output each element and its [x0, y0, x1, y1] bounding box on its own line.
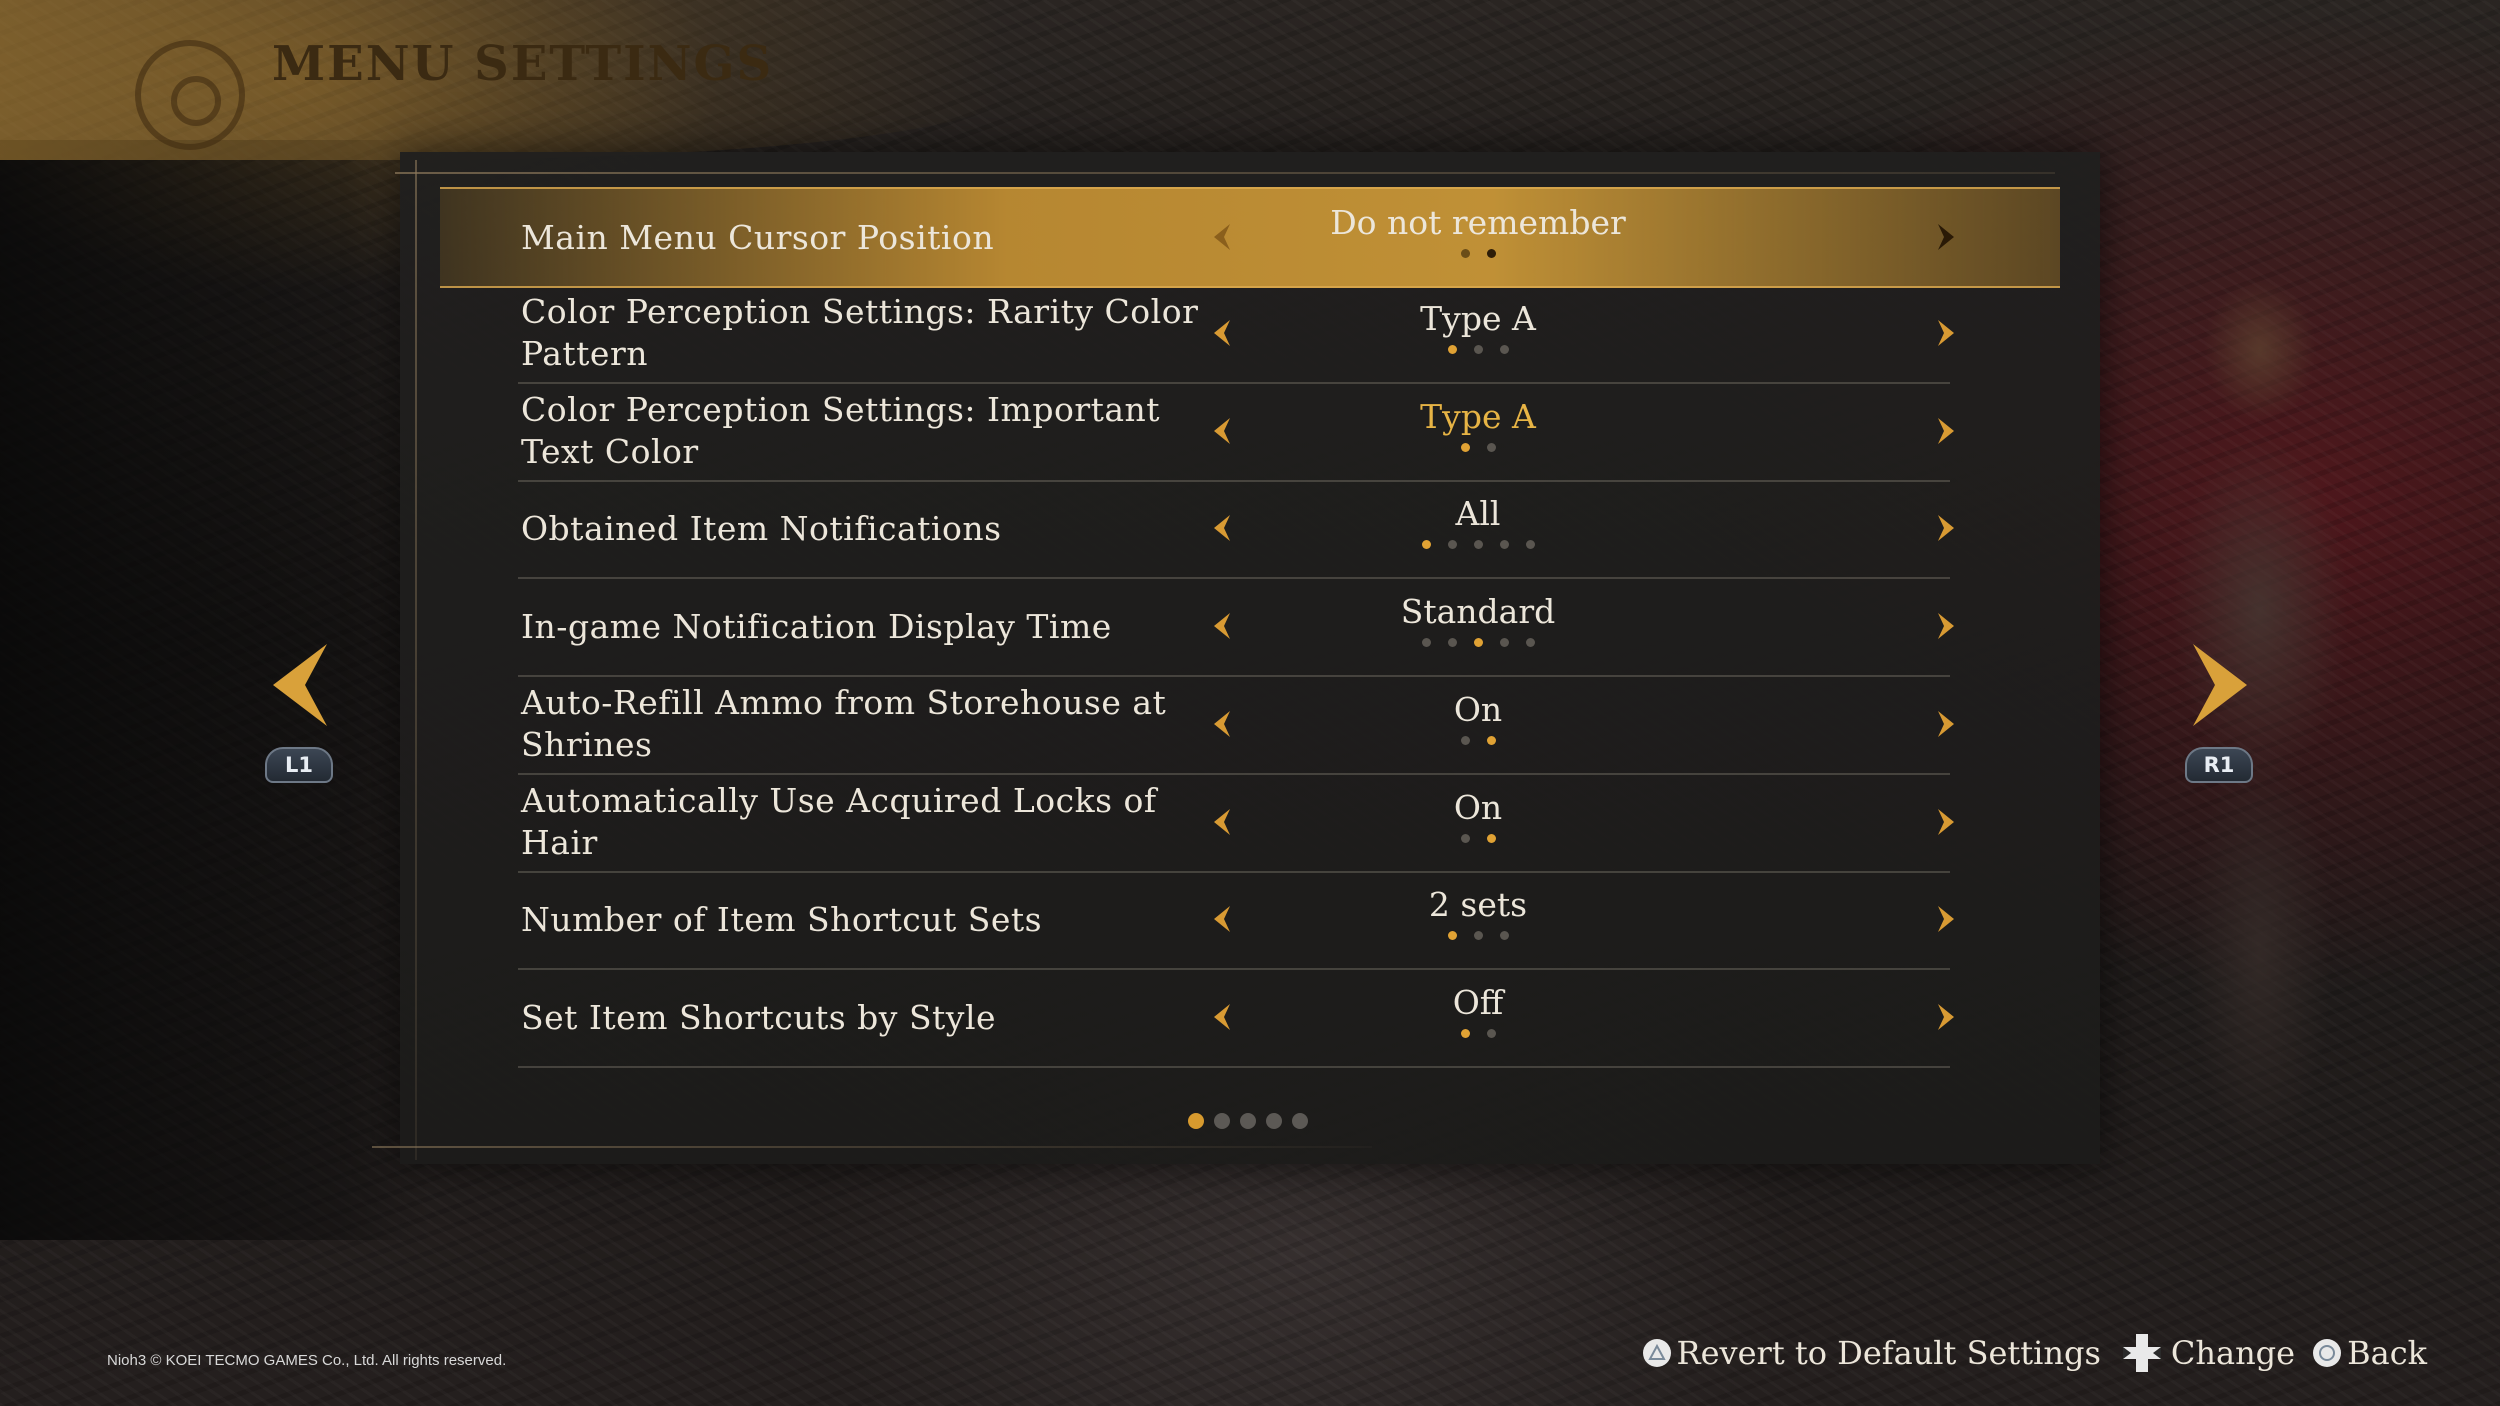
- option-indicator: [1328, 931, 1628, 941]
- setting-row[interactable]: Obtained Item Notifications All: [518, 480, 1954, 580]
- option-indicator: [1328, 344, 1628, 354]
- setting-value-text: Do not remember: [1330, 203, 1626, 242]
- chevron-right-icon[interactable]: [1930, 611, 1960, 641]
- r1-button[interactable]: R1: [2185, 747, 2253, 783]
- option-dot: [1525, 638, 1535, 647]
- next-page-arrow-icon[interactable]: [2185, 640, 2255, 730]
- setting-value-text: 2 sets: [1428, 885, 1528, 925]
- change-label: Change: [2170, 1334, 2296, 1372]
- option-dot: [1460, 249, 1470, 258]
- panel-border-top: [395, 172, 2055, 174]
- setting-label: In-game Notification Display Time: [521, 606, 1112, 646]
- page-dot: [1266, 1113, 1282, 1129]
- chevron-right-icon[interactable]: [1930, 513, 1960, 543]
- option-dot: [1486, 1029, 1496, 1038]
- option-dot: [1421, 540, 1431, 550]
- setting-row[interactable]: Color Perception Settings: Important Tex…: [518, 383, 1954, 482]
- option-dot: [1473, 931, 1483, 941]
- setting-label: Set Item Shortcuts by Style: [521, 997, 997, 1037]
- option-indicator: [1328, 735, 1628, 745]
- chevron-right-icon[interactable]: [1930, 904, 1960, 934]
- setting-row[interactable]: Number of Item Shortcut Sets 2 sets: [518, 871, 1954, 971]
- previous-page-arrow-icon[interactable]: [265, 640, 335, 730]
- option-indicator: [1328, 1029, 1628, 1038]
- option-dot: [1499, 931, 1509, 941]
- page-dot: [1214, 1113, 1230, 1129]
- chevron-right-icon[interactable]: [1930, 318, 1960, 348]
- l1-button[interactable]: L1: [265, 747, 333, 783]
- setting-label: Obtained Item Notifications: [521, 508, 1002, 548]
- option-dot: [1499, 344, 1509, 354]
- option-dot: [1447, 638, 1457, 647]
- chevron-right-icon[interactable]: [1930, 807, 1960, 837]
- chevron-right-icon[interactable]: [1930, 1002, 1960, 1032]
- setting-label: Main Menu Cursor Position: [521, 217, 995, 257]
- page-title: MENU SETTINGS: [272, 36, 774, 92]
- panel-border-left: [415, 160, 417, 1160]
- option-dot: [1447, 344, 1457, 354]
- chevron-right-icon[interactable]: [1930, 416, 1960, 446]
- option-dot: [1525, 540, 1535, 550]
- option-indicator: [1328, 833, 1628, 843]
- option-indicator: [1328, 638, 1628, 647]
- setting-value-text: Off: [1452, 983, 1504, 1022]
- setting-label: Automatically Use Acquired Locks of Hair: [521, 781, 1157, 862]
- option-dot: [1460, 442, 1470, 452]
- chevron-right-icon[interactable]: [1930, 222, 1960, 252]
- option-dot: [1460, 1029, 1470, 1038]
- revert-defaults-label: Revert to Default Settings: [1676, 1334, 2101, 1372]
- setting-row[interactable]: Automatically Use Acquired Locks of Hair…: [518, 774, 1954, 873]
- option-dot: [1486, 833, 1496, 843]
- setting-value-text: Type A: [1420, 396, 1536, 436]
- circle-button-icon: [2313, 1339, 2342, 1367]
- setting-label: Color Perception Settings: Important Tex…: [521, 390, 1161, 471]
- setting-row[interactable]: Set Item Shortcuts by Style Off: [518, 969, 1954, 1068]
- setting-label: Number of Item Shortcut Sets: [521, 899, 1043, 939]
- option-dot: [1499, 540, 1509, 550]
- option-dot: [1421, 638, 1431, 647]
- change-prompt[interactable]: Change: [2119, 1330, 2295, 1376]
- option-dot: [1486, 735, 1496, 745]
- page-dot: [1292, 1113, 1308, 1129]
- setting-row[interactable]: Auto-Refill Ammo from Storehouse at Shri…: [518, 676, 1954, 775]
- option-indicator: [1328, 540, 1628, 550]
- page-dot: [1240, 1113, 1256, 1129]
- setting-row[interactable]: Color Perception Settings: Rarity Color …: [518, 285, 1954, 384]
- setting-label: Auto-Refill Ammo from Storehouse at Shri…: [521, 683, 1167, 765]
- page-dot: [1188, 1113, 1204, 1129]
- option-dot: [1460, 833, 1470, 843]
- option-dot: [1486, 442, 1496, 452]
- option-indicator: [1328, 442, 1628, 452]
- revert-defaults-prompt[interactable]: Revert to Default Settings: [1642, 1334, 2101, 1372]
- option-dot: [1447, 540, 1457, 550]
- option-dot: [1473, 540, 1483, 550]
- option-dot: [1460, 735, 1470, 745]
- setting-value-text: On: [1453, 689, 1503, 729]
- panel-border-bottom: [372, 1146, 1372, 1148]
- back-label: Back: [2347, 1334, 2427, 1372]
- option-dot: [1473, 638, 1483, 647]
- setting-value-text: Type A: [1420, 298, 1536, 338]
- setting-value-text: On: [1453, 787, 1503, 827]
- triangle-button-icon: [1642, 1339, 1671, 1367]
- option-dot: [1499, 638, 1509, 647]
- setting-value-text: Standard: [1400, 592, 1556, 631]
- page-indicator: [1188, 1113, 1308, 1129]
- chevron-right-icon[interactable]: [1930, 709, 1960, 739]
- setting-value-text: All: [1455, 494, 1501, 534]
- setting-row[interactable]: In-game Notification Display Time Standar…: [518, 578, 1954, 677]
- option-indicator: [1328, 249, 1628, 258]
- gear-icon: [135, 40, 245, 150]
- option-dot: [1473, 344, 1483, 354]
- dpad-icon: [2119, 1330, 2165, 1376]
- option-dot: [1447, 931, 1457, 941]
- copyright-text: Nioh3 © KOEI TECMO GAMES Co., Ltd. All r…: [107, 1352, 507, 1369]
- character-silhouette: [2110, 230, 2370, 1230]
- background-shadow: [0, 140, 430, 1240]
- button-prompts: Revert to Default Settings Change Back: [1642, 1330, 2427, 1376]
- option-dot: [1486, 249, 1496, 258]
- setting-label: Color Perception Settings: Rarity Color …: [521, 292, 1199, 374]
- back-prompt[interactable]: Back: [2313, 1334, 2427, 1372]
- setting-row[interactable]: Main Menu Cursor Position Do not remember: [440, 187, 2060, 288]
